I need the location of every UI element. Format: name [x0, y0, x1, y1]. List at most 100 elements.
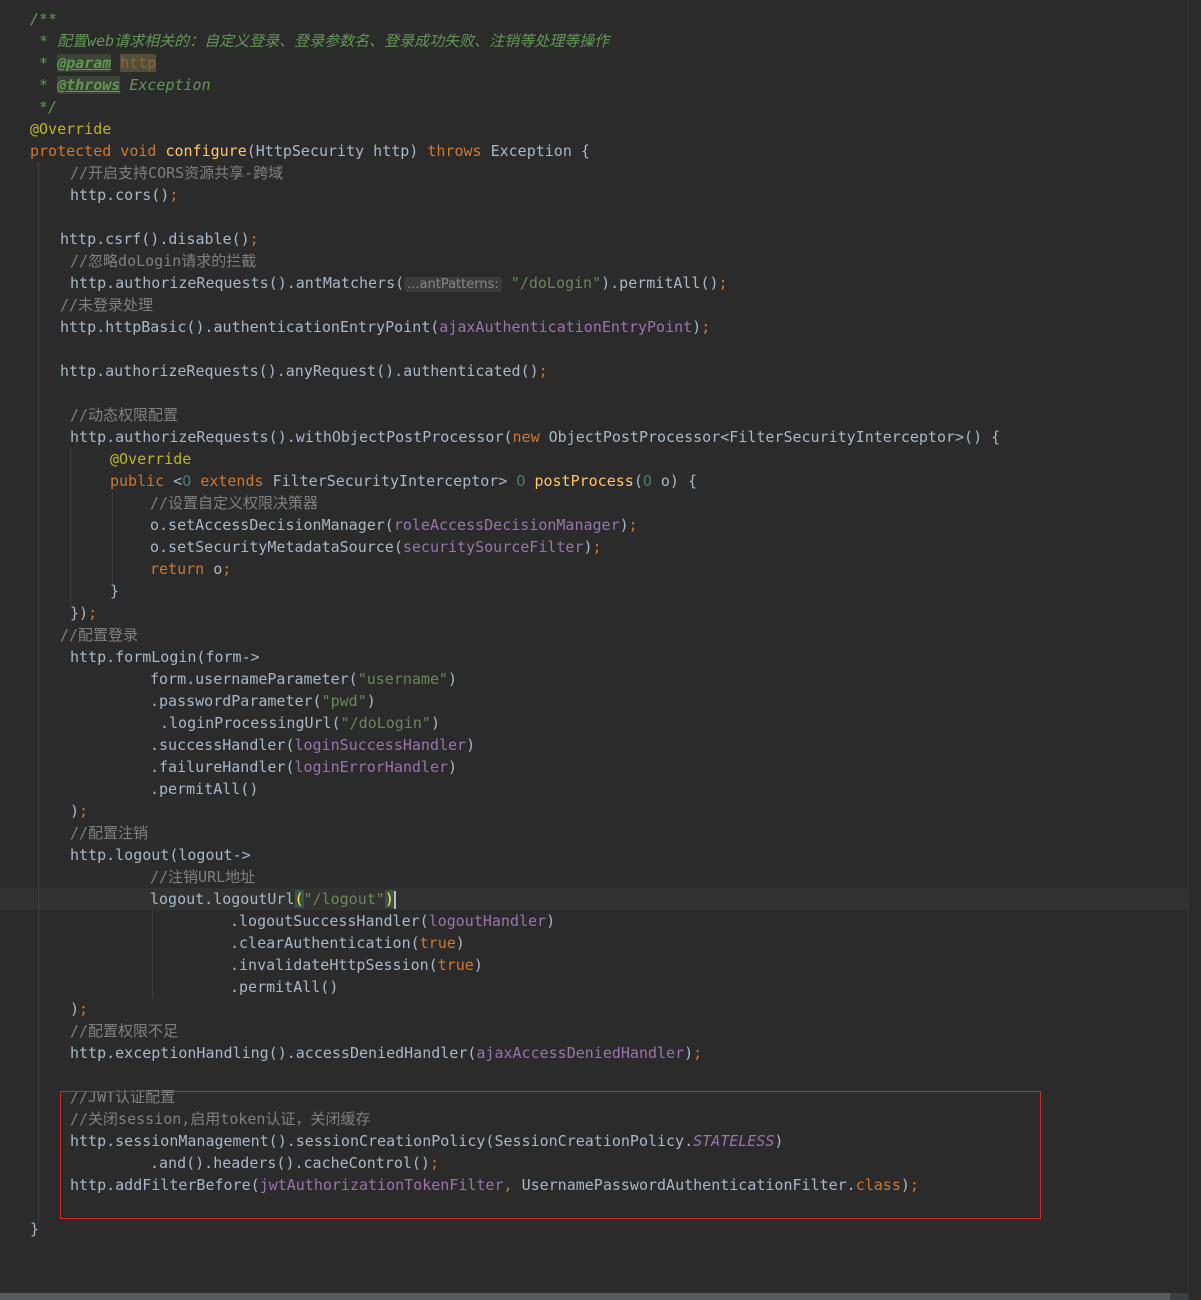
- indent-guide: [38, 162, 39, 1224]
- code-token: true: [419, 934, 456, 952]
- code-token: <: [173, 472, 183, 490]
- code-line[interactable]: public <O extends FilterSecurityIntercep…: [0, 470, 1188, 492]
- code-token: logoutHandler: [428, 912, 547, 930]
- code-editor[interactable]: } http.addFilterBefore(jwtAuthorizationTo…: [0, 0, 1201, 1300]
- code-token: "/logout": [303, 890, 385, 908]
- code-line[interactable]: );: [0, 800, 1188, 822]
- code-token: ;: [538, 362, 548, 380]
- code-line[interactable]: //配置登录: [0, 624, 1188, 646]
- code-token: "/doLogin": [340, 714, 431, 732]
- code-line[interactable]: //未登录处理: [0, 294, 1188, 316]
- code-line[interactable]: }: [0, 580, 1188, 602]
- code-line[interactable]: http.httpBasic().authenticationEntryPoin…: [0, 316, 1188, 338]
- current-code-line[interactable]: logout.logoutUrl("/logout"): [0, 888, 1188, 910]
- code-token: logout.logoutUrl: [150, 890, 295, 908]
- code-line[interactable]: protected void configure(HttpSecurity ht…: [0, 140, 1188, 162]
- code-token: Exception {: [490, 142, 590, 160]
- code-line[interactable]: .permitAll(): [0, 976, 1188, 998]
- code-line[interactable]: http.authorizeRequests().antMatchers(...…: [0, 272, 1188, 294]
- code-token: .failureHandler(: [150, 758, 295, 776]
- code-token: extends: [200, 472, 273, 490]
- code-line[interactable]: .clearAuthentication(true): [0, 932, 1188, 954]
- code-token: throws: [427, 142, 491, 160]
- code-token: ;: [79, 802, 89, 820]
- code-line[interactable]: //忽略doLogin请求的拦截: [0, 250, 1188, 272]
- code-token: //配置权限不足: [70, 1022, 179, 1040]
- code-token: }: [110, 582, 120, 600]
- highlight-box: [60, 1091, 1041, 1219]
- code-token: ;: [79, 1000, 89, 1018]
- code-line[interactable]: http.authorizeRequests().withObjectPostP…: [0, 426, 1188, 448]
- code-line[interactable]: http.logout(logout->: [0, 844, 1188, 866]
- parameter-hint: ...antPatterns:: [404, 277, 502, 292]
- code-line[interactable]: /**: [0, 8, 1188, 30]
- code-line[interactable]: //设置自定义权限决策器: [0, 492, 1188, 514]
- vertical-scrollbar[interactable]: [1188, 0, 1201, 1300]
- code-line[interactable]: [0, 338, 1188, 360]
- code-token: .permitAll(): [150, 780, 259, 798]
- code-line[interactable]: http.csrf().disable();: [0, 228, 1188, 250]
- code-token: http.authorizeRequests().anyRequest().au…: [60, 362, 539, 380]
- code-token: }): [70, 604, 89, 622]
- code-line[interactable]: .loginProcessingUrl("/doLogin"): [0, 712, 1188, 734]
- code-line[interactable]: //注销URL地址: [0, 866, 1188, 888]
- code-line[interactable]: //动态权限配置: [0, 404, 1188, 426]
- code-line[interactable]: );: [0, 998, 1188, 1020]
- code-line[interactable]: //配置权限不足: [0, 1020, 1188, 1042]
- code-token: ): [448, 670, 458, 688]
- code-line[interactable]: * 配置web请求相关的：自定义登录、登录参数名、登录成功失败、注销等处理等操作: [0, 30, 1188, 52]
- code-token: .successHandler(: [150, 736, 295, 754]
- code-token: .loginProcessingUrl(: [160, 714, 341, 732]
- code-token: http.authorizeRequests().withObjectPostP…: [70, 428, 513, 446]
- code-token: ObjectPostProcessor<FilterSecurityInterc…: [548, 428, 1001, 446]
- code-token: ): [384, 890, 394, 908]
- code-token: ;: [718, 274, 728, 292]
- text-caret: [393, 890, 396, 909]
- code-token: http.httpBasic().authenticationEntryPoin…: [60, 318, 440, 336]
- code-token: http.authorizeRequests().antMatchers(: [70, 274, 405, 292]
- code-token: /**: [30, 10, 58, 28]
- code-line[interactable]: http.exceptionHandling().accessDeniedHan…: [0, 1042, 1188, 1064]
- code-line[interactable]: });: [0, 602, 1188, 624]
- code-line[interactable]: .passwordParameter("pwd"): [0, 690, 1188, 712]
- code-token: protected void: [30, 142, 166, 160]
- indent-guide: [70, 448, 71, 608]
- horizontal-scrollbar[interactable]: [0, 1293, 1188, 1300]
- code-line[interactable]: * @throws Exception: [0, 74, 1188, 96]
- code-line[interactable]: .failureHandler(loginErrorHandler): [0, 756, 1188, 778]
- code-line[interactable]: //配置注销: [0, 822, 1188, 844]
- code-line[interactable]: http.formLogin(form->: [0, 646, 1188, 668]
- code-line[interactable]: .permitAll(): [0, 778, 1188, 800]
- code-line[interactable]: .successHandler(loginSuccessHandler): [0, 734, 1188, 756]
- code-token: true: [437, 956, 474, 974]
- horizontal-scrollbar-thumb[interactable]: [0, 1293, 1170, 1300]
- code-line[interactable]: */: [0, 96, 1188, 118]
- code-line[interactable]: .invalidateHttpSession(true): [0, 954, 1188, 976]
- code-line[interactable]: [0, 382, 1188, 404]
- code-line[interactable]: @Override: [0, 118, 1188, 140]
- code-token: .permitAll(): [230, 978, 339, 996]
- code-line[interactable]: .logoutSuccessHandler(logoutHandler): [0, 910, 1188, 932]
- code-token: ).permitAll(): [601, 274, 719, 292]
- code-line[interactable]: o.setAccessDecisionManager(roleAccessDec…: [0, 514, 1188, 536]
- code-token: */: [30, 98, 58, 116]
- code-line[interactable]: [0, 206, 1188, 228]
- code-line[interactable]: //开启支持CORS资源共享-跨域: [0, 162, 1188, 184]
- code-line[interactable]: * @param http: [0, 52, 1188, 74]
- code-line[interactable]: http.cors();: [0, 184, 1188, 206]
- code-line[interactable]: }: [0, 1218, 1188, 1240]
- code-line[interactable]: @Override: [0, 448, 1188, 470]
- code-line[interactable]: o.setSecurityMetadataSource(securitySour…: [0, 536, 1188, 558]
- code-token: ;: [249, 230, 259, 248]
- code-token: ): [583, 538, 593, 556]
- code-token: (: [294, 890, 304, 908]
- code-token: //动态权限配置: [70, 406, 179, 424]
- code-line[interactable]: return o;: [0, 558, 1188, 580]
- code-line[interactable]: http.authorizeRequests().anyRequest().au…: [0, 360, 1188, 382]
- code-line[interactable]: [0, 1064, 1188, 1086]
- code-token: *: [30, 76, 58, 94]
- code-line[interactable]: form.usernameParameter("username"): [0, 668, 1188, 690]
- code-token: ;: [88, 604, 98, 622]
- code-token: return: [150, 560, 214, 578]
